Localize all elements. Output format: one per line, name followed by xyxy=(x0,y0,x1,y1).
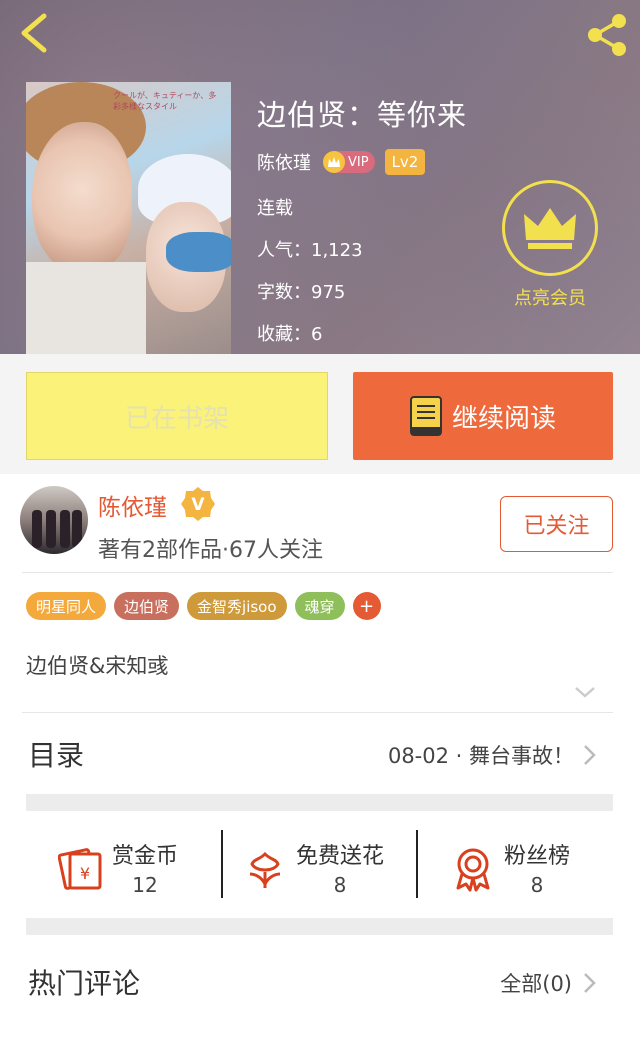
continue-reading-label: 继续阅读 xyxy=(451,403,556,434)
hot-comments-title: 热门评论 xyxy=(28,967,141,1000)
book-cover[interactable]: クールが、キュティーか、多彩多様なスタイル xyxy=(26,82,231,354)
favorites-count: 收藏：6 xyxy=(257,324,323,345)
cover-text: クールが、キュティーか、多彩多様なスタイル xyxy=(113,91,217,111)
tag-list: 明星同人 边伯贤 金智秀jisoo 魂穿 + xyxy=(26,592,381,620)
continue-reading-button[interactable]: 继续阅读 xyxy=(353,372,613,460)
vip-label: VIP xyxy=(348,154,369,170)
tag[interactable]: 边伯贤 xyxy=(114,592,180,620)
vip-badge: VIP xyxy=(323,151,375,173)
free-flowers[interactable]: 免费送花 8 xyxy=(242,824,384,914)
table-of-contents-row[interactable]: 目录 08-02 · 舞台事故！ xyxy=(0,714,640,792)
add-tag-button[interactable]: + xyxy=(352,592,381,620)
all-comments-link[interactable]: 全部(0) xyxy=(500,968,572,998)
reward-coins[interactable]: ¥ 赏金币 12 xyxy=(58,824,178,914)
chevron-right-icon xyxy=(584,973,596,993)
latest-chapter: 08-02 · 舞台事故！ xyxy=(387,744,574,768)
tag[interactable]: 金智秀jisoo xyxy=(187,592,287,620)
red-envelope-icon: ¥ xyxy=(58,848,102,890)
hot-comments-row[interactable]: 热门评论 全部(0) xyxy=(0,940,640,1020)
author-avatar[interactable] xyxy=(20,486,88,554)
verified-v-icon: V xyxy=(181,487,215,521)
fan-ranking-value: 8 xyxy=(530,873,544,897)
member-label: 点亮会员 xyxy=(514,288,586,309)
medal-icon xyxy=(456,848,490,892)
fan-ranking[interactable]: 粉丝榜 8 xyxy=(450,824,570,914)
divider xyxy=(22,712,613,713)
popularity: 人气：1,123 xyxy=(257,240,363,261)
detail-card: 陈依瑾 V 著有2部作品·67人关注 已关注 明星同人 边伯贤 金智秀jisoo… xyxy=(0,474,640,1054)
serial-status: 连载 xyxy=(257,198,293,219)
author-name[interactable]: 陈依瑾 xyxy=(98,488,167,522)
tag[interactable]: 魂穿 xyxy=(294,592,345,620)
stat-separator xyxy=(221,830,223,898)
reward-coins-value: 12 xyxy=(132,873,158,897)
free-flowers-value: 8 xyxy=(333,873,347,897)
author-name-small[interactable]: 陈依瑾 xyxy=(257,149,311,175)
crown-icon xyxy=(502,180,598,276)
author-stats: 著有2部作品·67人关注 xyxy=(98,538,323,563)
action-bar: 已在书架 继续阅读 xyxy=(0,354,640,474)
cover-figure-shirt xyxy=(26,262,146,354)
cover-figure-face xyxy=(32,122,132,272)
level-badge: Lv2 xyxy=(384,149,426,175)
reward-coins-label: 赏金币 xyxy=(112,844,179,869)
interaction-stats: ¥ 赏金币 12 免费送花 8 粉丝榜 8 xyxy=(0,824,640,914)
on-shelf-button[interactable]: 已在书架 xyxy=(26,372,328,460)
member-button[interactable]: 点亮会员 xyxy=(500,180,600,310)
back-arrow-icon[interactable] xyxy=(14,10,58,56)
free-flowers-label: 免费送花 xyxy=(296,844,385,869)
chevron-right-icon xyxy=(584,745,596,765)
tag[interactable]: 明星同人 xyxy=(26,592,107,620)
followed-button[interactable]: 已关注 xyxy=(500,496,613,552)
section-divider xyxy=(26,918,613,935)
flower-icon xyxy=(249,851,281,888)
section-divider xyxy=(26,794,613,811)
cover-figure-scarf xyxy=(166,232,231,272)
book-description: 边伯贤&宋知彧 xyxy=(26,654,169,678)
author-row: 陈依瑾 VIP Lv2 xyxy=(257,148,426,176)
word-count: 字数：975 xyxy=(257,282,346,303)
book-icon xyxy=(409,396,442,436)
share-icon[interactable] xyxy=(584,12,630,58)
crown-icon xyxy=(323,151,345,173)
svg-text:V: V xyxy=(191,495,205,515)
fan-ranking-label: 粉丝榜 xyxy=(504,844,571,869)
divider xyxy=(22,572,613,573)
stat-separator xyxy=(416,830,418,898)
toc-title: 目录 xyxy=(28,739,85,772)
svg-text:¥: ¥ xyxy=(80,864,90,883)
chevron-down-icon[interactable] xyxy=(573,684,597,700)
book-title: 边伯贤：等你来 xyxy=(257,98,468,132)
book-header: クールが、キュティーか、多彩多様なスタイル 边伯贤：等你来 陈依瑾 VIP Lv… xyxy=(0,0,640,354)
